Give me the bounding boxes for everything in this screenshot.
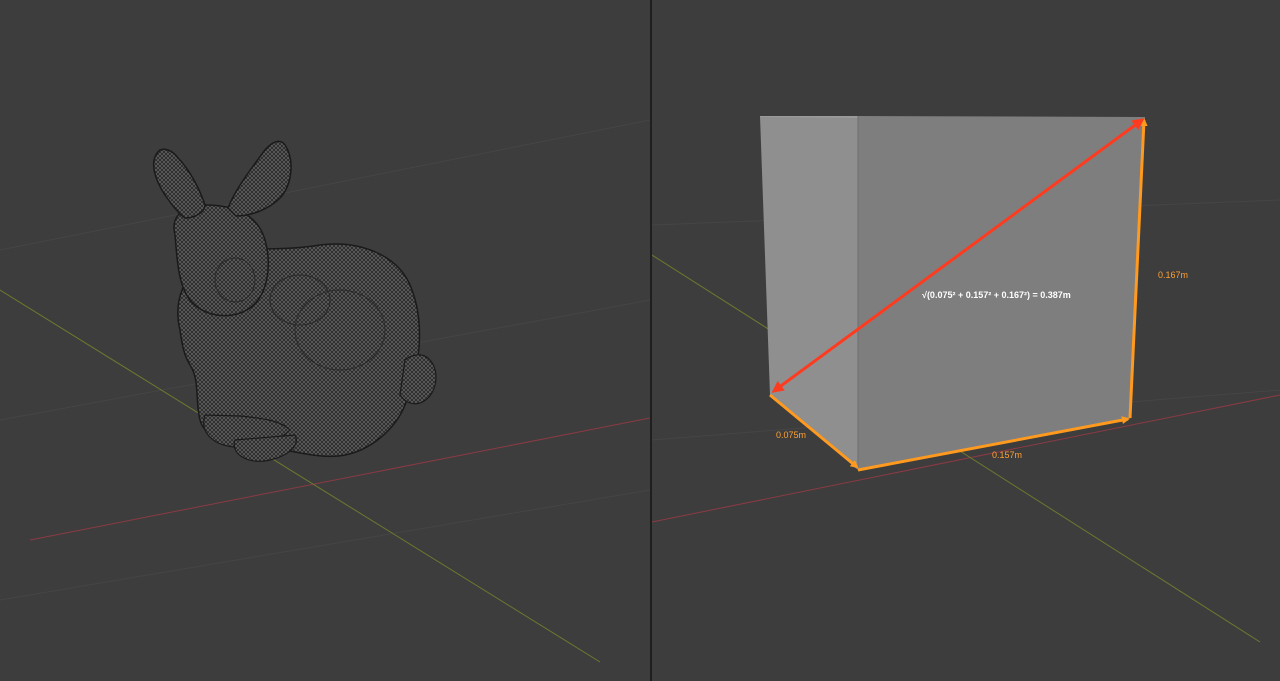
viewport-left[interactable] <box>0 0 650 681</box>
viewport-right-canvas[interactable]: 0.075m 0.157m 0.167m √(0.075² + 0.157² +… <box>652 0 1280 681</box>
depth-label: 0.075m <box>776 430 806 440</box>
height-label: 0.167m <box>1158 270 1188 280</box>
diagonal-formula-label: √(0.075² + 0.157² + 0.167²) = 0.387m <box>922 290 1071 300</box>
blender-app: 0.075m 0.157m 0.167m √(0.075² + 0.157² +… <box>0 0 1280 681</box>
bunny-mesh[interactable] <box>152 140 437 462</box>
viewport-left-canvas[interactable] <box>0 0 650 681</box>
width-label: 0.157m <box>992 450 1022 460</box>
viewport-right[interactable]: 0.075m 0.157m 0.167m √(0.075² + 0.157² +… <box>652 0 1280 681</box>
